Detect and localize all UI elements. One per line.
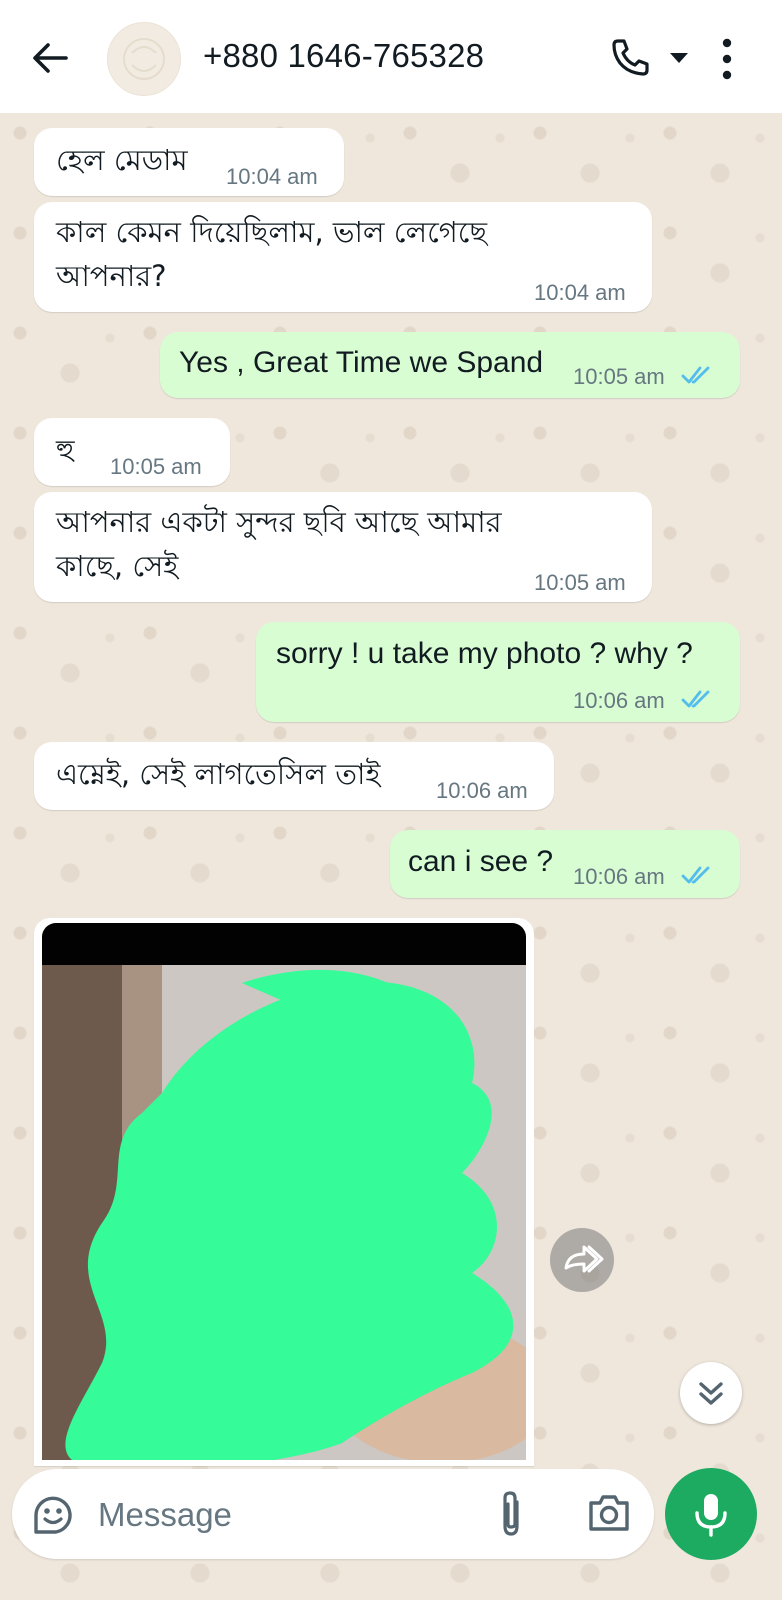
message-bubble-outgoing[interactable]: sorry ! u take my photo ? why ? 10:06 am (256, 622, 740, 722)
sticker-emoji-icon[interactable] (30, 1492, 76, 1538)
read-receipt-icon (681, 366, 710, 384)
message-timestamp: 10:04 am (226, 164, 318, 189)
message-text-line-1: কাল কেমন দিয়েছিলাম, ভাল লেগেছে (56, 215, 488, 249)
message-bubble-incoming[interactable]: হেল মেডাম 10:04 am (34, 128, 344, 196)
camera-icon[interactable] (586, 1491, 632, 1535)
default-avatar-icon (123, 38, 165, 80)
message-text-line-1: আপনার একটা সুন্দর ছবি আছে আমার (56, 505, 502, 539)
forward-icon (564, 1245, 604, 1273)
scroll-to-bottom-button[interactable] (680, 1362, 742, 1424)
contact-avatar[interactable] (107, 22, 181, 96)
voice-call-icon[interactable] (608, 36, 652, 80)
message-timestamp: 10:06 am (573, 864, 665, 889)
redacted-photo-image (42, 923, 526, 1460)
message-input[interactable] (96, 1489, 480, 1541)
message-text: sorry ! u take my photo ? why ? (276, 637, 693, 670)
back-arrow-icon[interactable] (28, 36, 72, 80)
call-options-caret-icon[interactable] (668, 50, 690, 66)
read-receipt-icon (681, 690, 710, 708)
voice-message-button[interactable] (665, 1468, 757, 1560)
read-receipt-icon (681, 866, 710, 884)
image-message-photo[interactable] (42, 923, 526, 1460)
message-text: এম্নেই, সেই লাগতেসিল তাই (56, 757, 381, 791)
message-bubble-incoming[interactable]: আপনার একটা সুন্দর ছবি আছে আমার কাছে, সেই… (34, 492, 652, 602)
message-timestamp: 10:06 am (436, 778, 528, 803)
double-chevron-down-icon (699, 1382, 723, 1405)
message-bubble-incoming[interactable]: কাল কেমন দিয়েছিলাম, ভাল লেগেছে আপনার? 1… (34, 202, 652, 312)
contact-name[interactable]: +880 1646-765328 (203, 37, 484, 75)
message-text: can i see ? (408, 845, 554, 878)
message-text: হু (56, 433, 75, 467)
message-bubble-incoming[interactable]: এম্নেই, সেই লাগতেসিল তাই 10:06 am (34, 742, 554, 810)
message-timestamp: 10:05 am (573, 364, 665, 389)
message-text-line-2: আপনার? (56, 259, 167, 293)
message-text: Yes , Great Time we Spand (179, 346, 544, 379)
attach-paperclip-icon[interactable] (493, 1488, 529, 1540)
forward-button[interactable] (550, 1228, 614, 1292)
message-timestamp: 10:05 am (534, 570, 626, 595)
more-options-icon[interactable] (720, 38, 734, 80)
message-bubble-outgoing[interactable]: can i see ? 10:06 am (390, 830, 740, 898)
message-bubble-outgoing[interactable]: Yes , Great Time we Spand 10:05 am (160, 332, 740, 398)
message-bubble-incoming[interactable]: হু 10:05 am (34, 418, 230, 486)
message-timestamp: 10:05 am (110, 454, 202, 479)
message-timestamp: 10:06 am (573, 688, 665, 713)
message-text-line-2: কাছে, সেই (56, 549, 179, 583)
microphone-icon (695, 1494, 727, 1537)
message-text: হেল মেডাম (56, 143, 188, 177)
chat-header: +880 1646-765328 (0, 0, 782, 113)
message-timestamp: 10:04 am (534, 280, 626, 305)
